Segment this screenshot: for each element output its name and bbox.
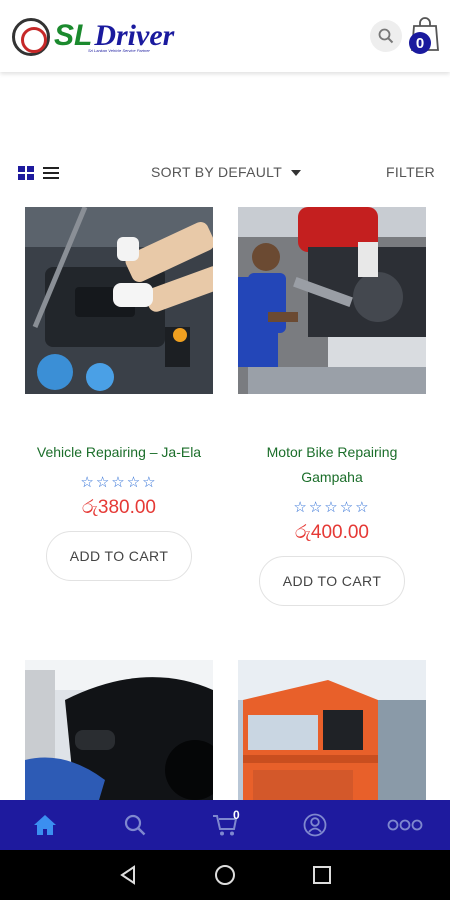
logo-tagline: Sri Lankan Vehicle Service Partner [88,48,150,53]
nav-search[interactable] [90,800,180,850]
sort-dropdown[interactable]: SORT BY DEFAULT [151,164,282,180]
product-title[interactable]: Motor Bike Repairing Gampaha [238,440,426,490]
search-icon [378,28,394,44]
nav-more[interactable] [360,800,450,850]
search-icon [124,814,146,836]
product-title-line: Motor Bike Repairing [266,444,398,460]
filter-button[interactable]: FILTER [386,164,435,180]
nav-home[interactable] [0,800,90,850]
bottom-navigation: 0 [0,800,450,850]
user-icon [303,813,327,837]
shop-toolbar: SORT BY DEFAULT FILTER [0,160,450,186]
logo-sl-text: SL [54,19,93,52]
product-image[interactable] [238,207,426,394]
home-circle-icon[interactable] [214,864,236,886]
chevron-down-icon[interactable] [291,170,301,176]
nav-cart-count: 0 [233,808,240,822]
cart-count-badge: 0 [409,32,431,54]
product-card: Motor Bike Repairing Gampaha ☆☆☆☆☆ රු400… [238,207,426,606]
product-price: රු400.00 [295,522,369,543]
product-title-line: Gampaha [301,469,363,485]
logo[interactable]: SL Driver Sri Lankan Vehicle Service Par… [12,18,174,56]
star-rating: ☆☆☆☆☆ [293,499,371,516]
product-image[interactable] [25,207,213,394]
nav-cart[interactable]: 0 [180,800,270,850]
system-navigation-bar [0,850,450,900]
add-to-cart-button[interactable]: ADD TO CART [46,531,192,581]
search-button[interactable] [370,20,402,52]
product-card: Vehicle Repairing – Ja-Ela ☆☆☆☆☆ රු380.0… [25,207,213,581]
home-icon [34,815,56,835]
more-icon [387,819,423,831]
grid-view-icon[interactable] [18,166,34,180]
steering-wheel-icon [12,18,50,56]
logo-driver-text: Driver [94,19,175,52]
nav-account[interactable] [270,800,360,850]
app-header: SL Driver Sri Lankan Vehicle Service Par… [0,0,450,72]
star-rating: ☆☆☆☆☆ [80,474,158,491]
list-view-icon[interactable] [43,166,59,180]
back-icon[interactable] [118,865,138,885]
recents-icon[interactable] [312,865,332,885]
product-title[interactable]: Vehicle Repairing – Ja-Ela [25,440,213,465]
product-price: රු380.00 [82,497,156,518]
add-to-cart-button[interactable]: ADD TO CART [259,556,405,606]
